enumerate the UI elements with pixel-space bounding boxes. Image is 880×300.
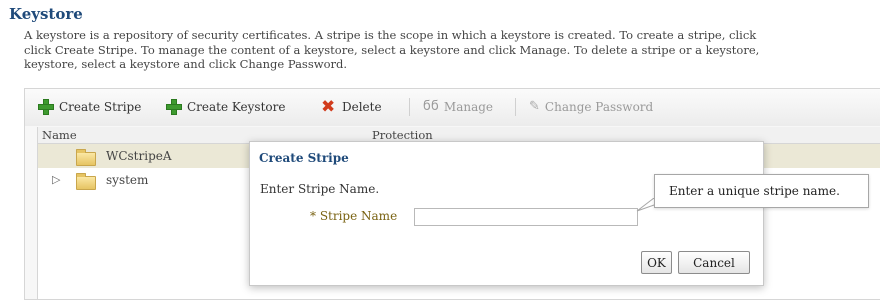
manage-button[interactable]: ϭϭ Manage [423,99,493,114]
toolbar: Create Stripe Create Keystore ✖ Delete ϭ… [25,89,880,126]
tooltip-text: Enter a unique stripe name. [669,184,840,198]
change-password-label: Change Password [544,99,654,114]
change-password-button[interactable]: ✎ Change Password [529,99,653,114]
description-line-3: keystore, select a keystore and click Ch… [24,57,348,71]
stripe-name-tooltip: Enter a unique stripe name. [654,174,869,208]
plus-icon [38,99,54,115]
pencil-icon: ✎ [529,99,540,114]
row-name: WCstripeA [106,149,172,163]
description-line-2: click Create Stripe. To manage the conte… [24,42,760,57]
delete-x-icon: ✖ [321,97,336,117]
folder-icon [76,173,96,190]
stripe-name-input[interactable] [414,208,638,226]
dialog-instruction: Enter Stripe Name. [260,182,380,196]
stripe-name-label: * Stripe Name [310,209,398,223]
plus-icon [166,99,182,115]
create-keystore-label: Create Keystore [187,100,286,114]
column-header-protection[interactable]: Protection [372,128,433,142]
folder-icon [76,149,96,166]
column-header-name[interactable]: Name [42,128,77,142]
toolbar-separator [515,98,516,116]
create-stripe-dialog: Create Stripe Enter Stripe Name. * Strip… [249,141,764,286]
delete-label: Delete [342,100,382,114]
create-stripe-label: Create Stripe [59,100,142,114]
ok-button[interactable]: OK [641,251,672,274]
manage-label: Manage [443,99,494,114]
expand-triangle-icon[interactable]: ▷ [52,173,60,186]
page-title: Keystore [9,5,83,23]
row-name: system [106,173,149,187]
glasses-icon: ϭϭ [423,99,439,114]
create-stripe-button[interactable]: Create Stripe [38,99,141,115]
page-description: A keystore is a repository of security c… [24,28,880,72]
description-line-1: A keystore is a repository of security c… [24,28,757,42]
create-keystore-button[interactable]: Create Keystore [166,99,285,115]
cancel-button[interactable]: Cancel [678,251,750,274]
toolbar-separator [409,98,410,116]
dialog-title: Create Stripe [259,151,349,165]
delete-button[interactable]: ✖ Delete [321,97,382,117]
